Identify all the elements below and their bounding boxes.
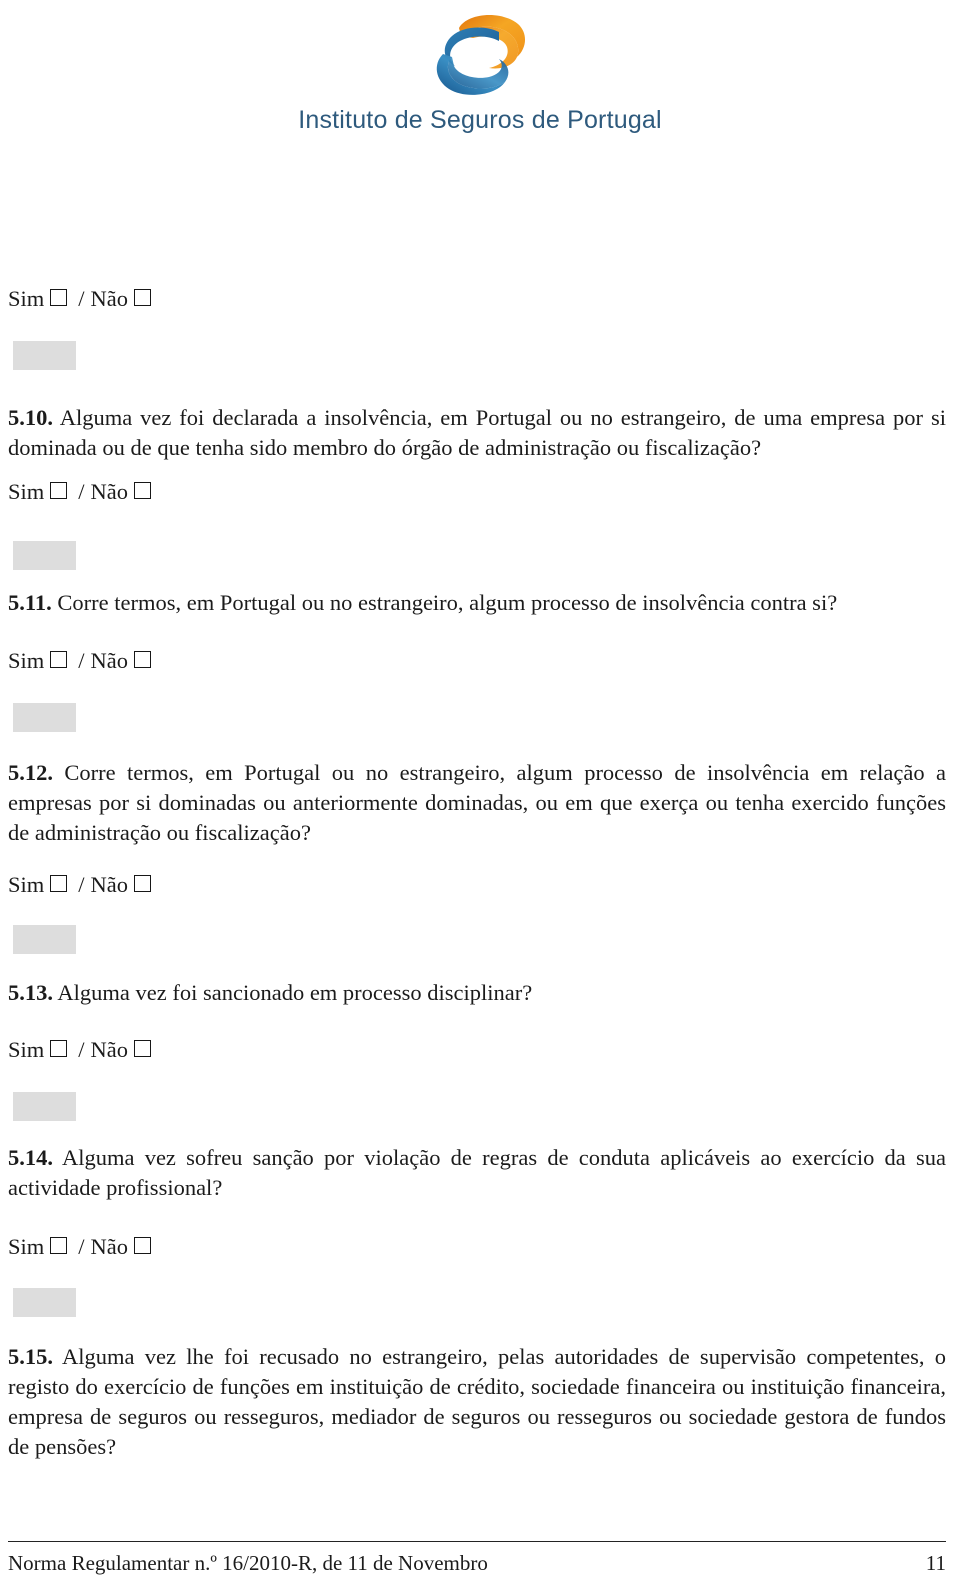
- answer-yes-label: Sim: [8, 1036, 45, 1062]
- answer-no-checkbox[interactable]: [134, 650, 152, 668]
- question-5.11: 5.11. Corre termos, em Portugal ou no es…: [8, 588, 946, 618]
- answer-separator: /: [78, 285, 85, 311]
- question-5.11-text: Corre termos, em Portugal ou no estrange…: [57, 590, 838, 615]
- question-5.15-text: Alguma vez lhe foi recusado no estrangei…: [8, 1344, 946, 1459]
- question-5.10: 5.10. Alguma vez foi declarada a insolvê…: [8, 403, 946, 463]
- question-5.15: 5.15. Alguma vez lhe foi recusado no est…: [8, 1342, 946, 1462]
- gray-field-5.13[interactable]: [13, 1092, 76, 1121]
- question-5.11-number: 5.11.: [8, 590, 52, 615]
- answer-no-label: Não: [90, 1233, 129, 1259]
- answer-yes-label: Sim: [8, 647, 45, 673]
- answer-yes-checkbox[interactable]: [50, 650, 68, 668]
- answer-row-5.14[interactable]: Sim / Não: [8, 1232, 154, 1260]
- answer-yes-checkbox[interactable]: [50, 1236, 68, 1254]
- answer-separator: /: [78, 871, 85, 897]
- question-5.10-number: 5.10.: [8, 405, 53, 430]
- footer-divider: [8, 1541, 946, 1542]
- footer-page-number: 11: [925, 1551, 946, 1575]
- answer-separator: /: [78, 478, 85, 504]
- answer-no-checkbox[interactable]: [134, 481, 152, 499]
- answer-no-checkbox[interactable]: [134, 288, 152, 306]
- gray-field-5.14[interactable]: [13, 1288, 76, 1317]
- answer-no-checkbox[interactable]: [134, 1039, 152, 1057]
- answer-separator: /: [78, 1233, 85, 1259]
- answer-row-5.12[interactable]: Sim / Não: [8, 870, 154, 898]
- answer-row-5.13[interactable]: Sim / Não: [8, 1035, 154, 1063]
- question-5.14-text: Alguma vez sofreu sanção por violação de…: [8, 1145, 946, 1200]
- answer-no-label: Não: [90, 285, 129, 311]
- gray-field-5.09[interactable]: [13, 341, 76, 370]
- question-5.13: 5.13. Alguma vez foi sancionado em proce…: [8, 978, 946, 1008]
- answer-no-label: Não: [90, 647, 129, 673]
- gray-field-5.10[interactable]: [13, 541, 76, 570]
- answer-row-5.10[interactable]: Sim / Não: [8, 477, 154, 505]
- footer-reference: Norma Regulamentar n.º 16/2010-R, de 11 …: [8, 1551, 488, 1575]
- answer-no-label: Não: [90, 871, 129, 897]
- answer-row-5.11[interactable]: Sim / Não: [8, 646, 154, 674]
- answer-yes-checkbox[interactable]: [50, 1039, 68, 1057]
- question-5.14-number: 5.14.: [8, 1145, 53, 1170]
- answer-no-label: Não: [90, 478, 129, 504]
- answer-yes-label: Sim: [8, 285, 45, 311]
- question-5.13-number: 5.13.: [8, 980, 53, 1005]
- question-5.14: 5.14. Alguma vez sofreu sanção por viola…: [8, 1143, 946, 1203]
- answer-no-checkbox[interactable]: [134, 874, 152, 892]
- answer-yes-checkbox[interactable]: [50, 874, 68, 892]
- document-body: Sim / Não 5.10. Alguma vez foi declarada a…: [8, 0, 946, 1584]
- question-5.12: 5.12. Corre termos, em Portugal ou no es…: [8, 758, 946, 848]
- question-5.12-number: 5.12.: [8, 760, 53, 785]
- question-5.12-text: Corre termos, em Portugal ou no estrange…: [8, 760, 947, 845]
- answer-separator: /: [78, 1036, 85, 1062]
- question-5.15-number: 5.15.: [8, 1344, 53, 1369]
- answer-yes-label: Sim: [8, 478, 45, 504]
- question-5.10-text: Alguma vez foi declarada a insolvência, …: [8, 405, 946, 460]
- answer-separator: /: [78, 647, 85, 673]
- answer-no-checkbox[interactable]: [134, 1236, 152, 1254]
- answer-yes-label: Sim: [8, 871, 45, 897]
- answer-no-label: Não: [90, 1036, 129, 1062]
- answer-yes-checkbox[interactable]: [50, 288, 68, 306]
- answer-yes-label: Sim: [8, 1233, 45, 1259]
- question-5.13-text: Alguma vez foi sancionado em processo di…: [57, 980, 533, 1005]
- gray-field-5.12[interactable]: [13, 925, 76, 954]
- answer-row-5.09[interactable]: Sim / Não: [8, 284, 154, 312]
- answer-yes-checkbox[interactable]: [50, 481, 68, 499]
- gray-field-5.11[interactable]: [13, 703, 76, 732]
